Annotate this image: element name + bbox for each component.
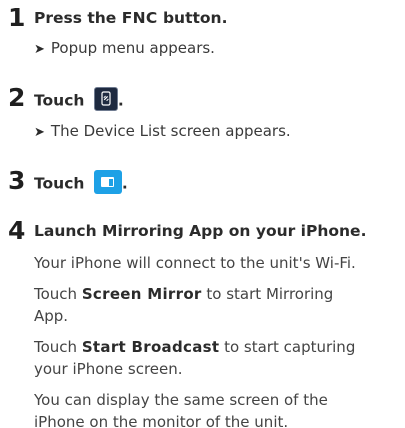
heading-text: . bbox=[117, 91, 124, 110]
arrow-icon: ➤ bbox=[34, 42, 45, 57]
step-number: 3 bbox=[8, 166, 26, 195]
step-heading: Launch Mirroring App on your iPhone. bbox=[34, 222, 367, 240]
body-text: to start capturing bbox=[219, 338, 356, 356]
start-broadcast-key-label: Start Broadcast bbox=[81, 338, 220, 356]
fnc-key-label: FNC bbox=[121, 9, 158, 27]
body-text: to start Mirroring bbox=[201, 285, 334, 303]
screen-mirror-key-label: Screen Mirror bbox=[81, 285, 202, 303]
step-number: 1 bbox=[8, 3, 26, 32]
step-heading: Press the FNC button. bbox=[34, 9, 227, 27]
body-text: Touch bbox=[34, 285, 82, 303]
body-line: You can display the same screen of the bbox=[34, 391, 328, 409]
heading-text: button. bbox=[157, 9, 228, 27]
body-line: Touch Screen Mirror to start Mirroring bbox=[34, 285, 333, 303]
body-text: Touch bbox=[34, 338, 82, 356]
step-result: ➤ The Device List screen appears. bbox=[34, 122, 291, 140]
heading-text: . bbox=[121, 174, 128, 193]
body-line: App. bbox=[34, 307, 69, 325]
step-heading: Touch . bbox=[34, 170, 128, 196]
body-line: your iPhone screen. bbox=[34, 360, 183, 378]
step-number: 4 bbox=[8, 216, 26, 245]
body-line: iPhone on the monitor of the unit. bbox=[34, 413, 289, 428]
arrow-icon: ➤ bbox=[34, 125, 45, 140]
heading-text: Touch bbox=[34, 91, 85, 110]
step-number: 2 bbox=[8, 83, 26, 112]
body-line: Your iPhone will connect to the unit's W… bbox=[34, 254, 356, 272]
step-result: ➤ Popup menu appears. bbox=[34, 39, 215, 57]
heading-text: Touch bbox=[34, 174, 85, 193]
step-heading: Touch . bbox=[34, 87, 124, 113]
result-text: Popup menu appears. bbox=[50, 39, 215, 57]
device-list-icon bbox=[93, 87, 118, 111]
screen-mirroring-icon bbox=[93, 170, 122, 194]
result-text: The Device List screen appears. bbox=[50, 122, 291, 140]
heading-text: Press the bbox=[34, 9, 122, 27]
body-line: Touch Start Broadcast to start capturing bbox=[34, 338, 355, 356]
